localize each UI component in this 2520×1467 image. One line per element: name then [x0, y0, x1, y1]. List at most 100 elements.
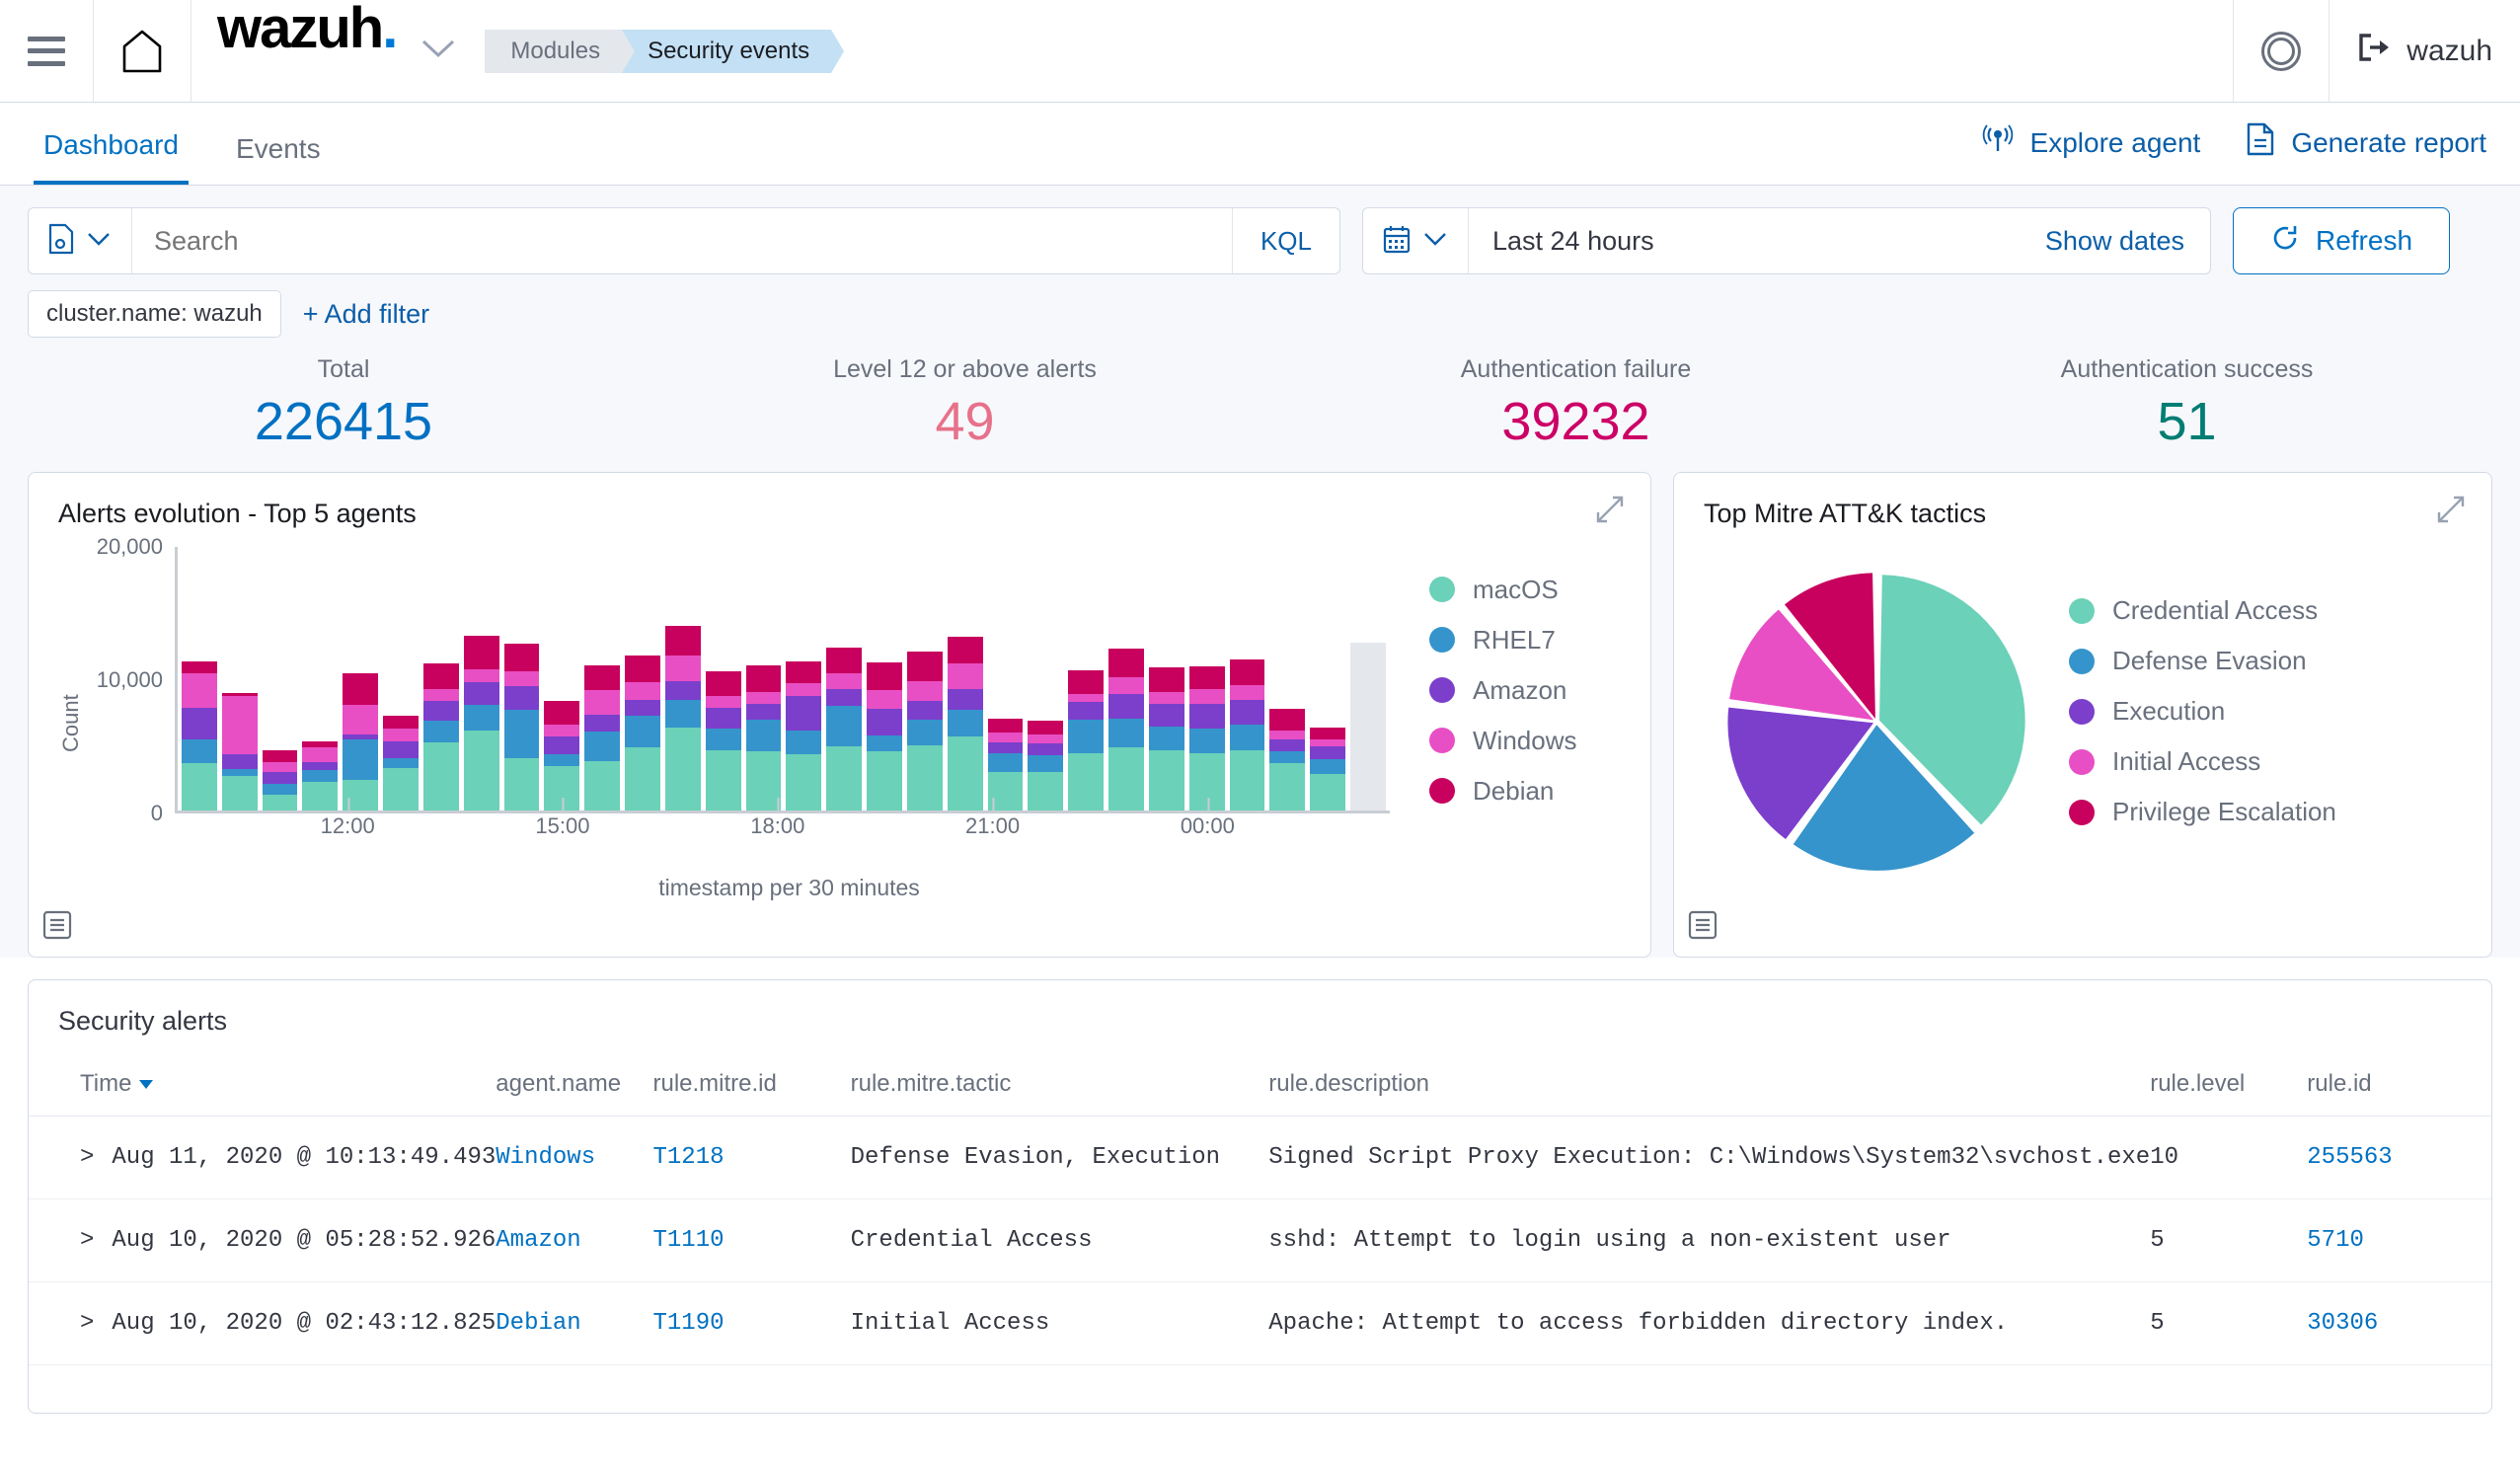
bar-stack[interactable] [1310, 728, 1346, 811]
saved-query-button[interactable] [29, 208, 132, 273]
search-input[interactable] [132, 208, 1232, 273]
tab-list: Dashboard Events [34, 129, 331, 185]
bar-segment [503, 710, 540, 759]
expand-icon[interactable] [1595, 495, 1625, 529]
bar-stack[interactable] [343, 672, 379, 811]
date-range-value[interactable]: Last 24 hours [1469, 208, 2045, 273]
legend-item[interactable]: Debian [1429, 776, 1650, 807]
table-row[interactable]: > Aug 10, 2020 @ 05:28:52.926 Amazon T1110 C… [29, 1198, 2491, 1282]
bar-stack[interactable] [463, 635, 499, 811]
column-header-time[interactable]: Time [29, 1059, 496, 1117]
bar-stack[interactable] [1108, 649, 1144, 811]
column-header-agent-name[interactable]: agent.name [496, 1059, 653, 1117]
bar-segment [584, 664, 621, 691]
inspect-icon[interactable] [40, 908, 74, 947]
legend-item[interactable]: Defense Evasion [2069, 646, 2336, 676]
table-row[interactable]: > Aug 11, 2020 @ 10:13:49.493 Windows T1218… [29, 1116, 2491, 1199]
expand-row-icon[interactable]: > [80, 1227, 94, 1254]
brand-dropdown-button[interactable] [406, 0, 471, 102]
column-header-mitre-id[interactable]: rule.mitre.id [652, 1059, 851, 1117]
menu-button[interactable] [0, 0, 94, 102]
expand-icon[interactable] [2436, 495, 2466, 529]
cell-rule-id[interactable]: 255563 [2307, 1116, 2491, 1199]
cell-link[interactable]: 30306 [2307, 1310, 2378, 1337]
cell-rule-id[interactable]: 5710 [2307, 1198, 2491, 1282]
column-header-description[interactable]: rule.description [1268, 1059, 2151, 1117]
bar-segment [422, 741, 459, 811]
cell-link[interactable]: Amazon [496, 1227, 580, 1254]
show-dates-button[interactable]: Show dates [2045, 208, 2210, 273]
filter-pill-cluster-name[interactable]: cluster.name: wazuh [28, 290, 281, 338]
add-filter-button[interactable]: + Add filter [303, 299, 429, 330]
tab-events[interactable]: Events [226, 133, 331, 185]
bar-stack[interactable] [1068, 669, 1105, 811]
legend-item[interactable]: Credential Access [2069, 595, 2336, 626]
user-menu-button[interactable]: wazuh [2329, 0, 2520, 102]
bar-stack[interactable] [1269, 709, 1306, 811]
cell-link[interactable]: T1218 [652, 1144, 724, 1171]
cell-agent-name[interactable]: Debian [496, 1281, 653, 1365]
cell-link[interactable]: 5710 [2307, 1227, 2364, 1254]
expand-row-icon[interactable]: > [80, 1310, 94, 1337]
home-button[interactable] [94, 0, 191, 102]
bar-stack[interactable] [705, 671, 741, 811]
bar-stack[interactable] [664, 626, 701, 811]
bar-stack[interactable] [1148, 667, 1184, 811]
bar-stack[interactable] [745, 664, 782, 811]
breadcrumb-security-events[interactable]: Security events [622, 29, 845, 73]
cell-mitre-id[interactable]: T1110 [652, 1198, 851, 1282]
column-header-rule-id[interactable]: rule.id [2307, 1059, 2491, 1117]
bar-stack[interactable] [786, 660, 822, 811]
bar-stack[interactable] [906, 652, 943, 811]
expand-row-icon[interactable]: > [80, 1144, 94, 1171]
column-header-mitre-tactic[interactable]: rule.mitre.tactic [850, 1059, 1269, 1117]
bar-stack[interactable] [302, 740, 339, 811]
bar-stack[interactable] [1229, 659, 1265, 811]
cell-mitre-id[interactable]: T1190 [652, 1281, 851, 1365]
bar-stack[interactable] [503, 643, 540, 811]
bar-stack[interactable] [826, 648, 863, 811]
cell-link[interactable]: Windows [496, 1144, 595, 1171]
bar-stack[interactable] [584, 664, 621, 811]
tab-dashboard[interactable]: Dashboard [34, 129, 189, 185]
cell-mitre-id[interactable]: T1218 [652, 1116, 851, 1199]
column-header-rule-level[interactable]: rule.level [2150, 1059, 2308, 1117]
bar-stack[interactable] [867, 661, 902, 811]
bar-segment [826, 688, 863, 707]
legend-item[interactable]: Execution [2069, 696, 2336, 727]
bar-stack[interactable] [544, 701, 580, 811]
bar-stack[interactable] [182, 660, 217, 811]
cell-link[interactable]: T1190 [652, 1310, 724, 1337]
cell-link[interactable]: 255563 [2307, 1144, 2392, 1171]
kql-button[interactable]: KQL [1231, 208, 1339, 273]
inspect-icon[interactable] [1686, 908, 1719, 947]
bar-stack[interactable] [1188, 665, 1225, 811]
bar-stack[interactable] [1028, 721, 1064, 811]
bar-stack[interactable] [221, 692, 258, 811]
table-row[interactable]: > Aug 10, 2020 @ 02:43:12.825 Debian T1190 I… [29, 1281, 2491, 1365]
cell-agent-name[interactable]: Amazon [496, 1198, 653, 1282]
breadcrumb-modules[interactable]: Modules [485, 29, 635, 73]
cell-link[interactable]: Debian [496, 1310, 580, 1337]
date-quick-select-button[interactable] [1363, 208, 1469, 273]
bar-segment [1068, 669, 1105, 695]
generate-report-button[interactable]: Generate report [2246, 122, 2486, 163]
cell-agent-name[interactable]: Windows [496, 1116, 653, 1199]
cell-rule-id[interactable]: 30306 [2307, 1281, 2491, 1365]
bar-stack[interactable] [422, 663, 459, 811]
legend-item[interactable]: Windows [1429, 726, 1650, 756]
bar-stack[interactable] [947, 637, 983, 811]
legend-item[interactable]: Privilege Escalation [2069, 797, 2336, 827]
bar-stack[interactable] [625, 656, 660, 811]
refresh-button[interactable]: Refresh [2233, 207, 2450, 274]
legend-item[interactable]: macOS [1429, 575, 1650, 605]
legend-item[interactable]: Initial Access [2069, 746, 2336, 777]
legend-item[interactable]: Amazon [1429, 675, 1650, 706]
help-button[interactable] [2233, 0, 2330, 102]
legend-item[interactable]: RHEL7 [1429, 625, 1650, 656]
cell-link[interactable]: T1110 [652, 1227, 724, 1254]
bar-stack[interactable] [262, 749, 298, 811]
explore-agent-button[interactable]: Explore agent [1981, 122, 2200, 163]
bar-stack[interactable] [383, 715, 419, 811]
bar-stack[interactable] [1350, 642, 1386, 811]
